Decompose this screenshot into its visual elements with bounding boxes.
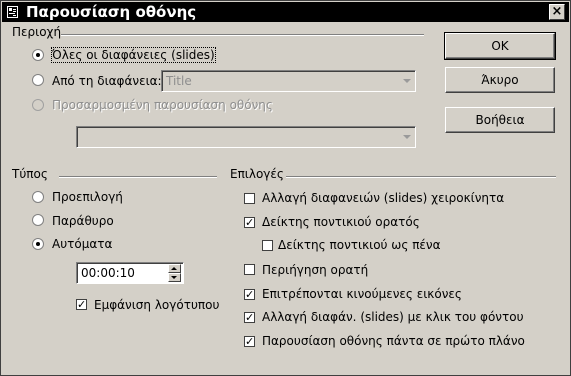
- from-slide-label[interactable]: Από τη διαφάνεια:: [52, 74, 162, 88]
- animations-allowed-label[interactable]: Επιτρέπονται κινούμενες εικόνες: [262, 287, 462, 301]
- always-on-top-checkbox[interactable]: ✓: [244, 336, 255, 347]
- pointer-as-pen-checkbox[interactable]: [262, 240, 273, 251]
- chevron-down-icon[interactable]: [398, 128, 414, 146]
- options-group-separator: [286, 176, 556, 178]
- window-title: Παρουσίαση οθόνης: [26, 3, 197, 21]
- default-radio[interactable]: [32, 191, 44, 203]
- animations-allowed-checkbox[interactable]: ✓: [244, 289, 255, 300]
- all-slides-radio[interactable]: [32, 49, 44, 61]
- arrow-down-icon[interactable]: [168, 273, 181, 282]
- custom-show-label: Προσαρμοσμένη παρουσίαση οθόνης: [52, 98, 273, 112]
- arrow-up-icon[interactable]: [168, 264, 181, 273]
- pause-duration-value: 00:00:10: [81, 266, 135, 280]
- all-slides-label[interactable]: Όλες οι διαφάνειες (slides): [51, 47, 216, 63]
- check-icon: ✓: [245, 288, 255, 301]
- check-icon: ✓: [245, 311, 255, 324]
- show-logo-checkbox[interactable]: ✓: [76, 299, 87, 310]
- always-on-top-label[interactable]: Παρουσίαση οθόνης πάντα σε πρώτο πλάνο: [262, 334, 525, 348]
- pointer-visible-checkbox[interactable]: ✓: [244, 217, 255, 228]
- check-icon: ✓: [77, 298, 87, 311]
- auto-label[interactable]: Αυτόματα: [52, 237, 112, 251]
- ok-button-label: OK: [491, 39, 509, 53]
- cancel-button-label: Άκυρο: [481, 73, 519, 87]
- window-icon: [7, 6, 18, 18]
- window-label[interactable]: Παράθυρο: [52, 214, 114, 228]
- change-on-click-checkbox[interactable]: ✓: [244, 312, 255, 323]
- type-group-separator: [59, 176, 217, 178]
- pointer-as-pen-label[interactable]: Δείκτης ποντικιού ως πένα: [278, 238, 441, 252]
- cancel-button[interactable]: Άκυρο: [445, 67, 555, 93]
- title-bar: Παρουσίαση οθόνης ×: [2, 2, 569, 22]
- custom-show-radio[interactable]: [32, 99, 44, 111]
- from-slide-radio[interactable]: [32, 74, 44, 86]
- help-button-label: Βοήθεια: [475, 113, 525, 127]
- chevron-down-icon[interactable]: [398, 72, 414, 90]
- range-group-label: Περιοχή: [12, 25, 62, 39]
- check-icon: ✓: [245, 216, 255, 229]
- help-button[interactable]: Βοήθεια: [445, 107, 555, 133]
- navigator-visible-checkbox[interactable]: [244, 264, 255, 275]
- window-radio[interactable]: [32, 214, 44, 226]
- custom-show-select[interactable]: [76, 126, 416, 148]
- slide-show-dialog: Παρουσίαση οθόνης × Περιοχή Όλες οι διαφ…: [0, 0, 571, 376]
- check-icon: ✓: [245, 335, 255, 348]
- from-slide-value: Title: [166, 74, 192, 88]
- options-group-label: Επιλογές: [230, 167, 284, 181]
- range-group-separator: [61, 34, 424, 36]
- pointer-visible-label[interactable]: Δείκτης ποντικιού ορατός: [262, 215, 420, 229]
- auto-radio[interactable]: [32, 238, 44, 250]
- from-slide-select[interactable]: Title: [161, 70, 416, 92]
- pause-duration-stepper[interactable]: 00:00:10: [76, 262, 184, 284]
- show-logo-label[interactable]: Εμφάνιση λογότυπου: [94, 298, 219, 312]
- close-button[interactable]: ×: [549, 4, 565, 20]
- default-label[interactable]: Προεπιλογή: [52, 190, 123, 204]
- change-on-click-label[interactable]: Αλλαγή διαφάν. (slides) με κλικ του φόντ…: [262, 310, 524, 324]
- manual-change-checkbox[interactable]: [244, 193, 255, 204]
- ok-button[interactable]: OK: [444, 32, 556, 60]
- type-group-label: Τύπος: [12, 167, 48, 181]
- close-icon: ×: [551, 4, 563, 19]
- navigator-visible-label[interactable]: Περιήγηση ορατή: [262, 263, 368, 277]
- manual-change-label[interactable]: Αλλαγή διαφανειών (slides) χειροκίνητα: [262, 191, 504, 205]
